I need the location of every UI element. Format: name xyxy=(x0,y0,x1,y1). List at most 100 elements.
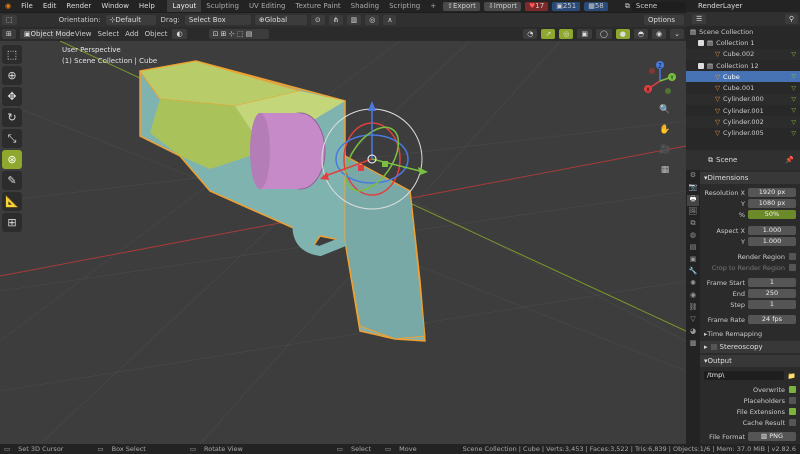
menu-select[interactable]: Select xyxy=(98,30,120,38)
mesh-data-icon[interactable]: ▽ xyxy=(791,107,796,114)
time-remapping-subpanel[interactable]: ▸ Time Remapping xyxy=(700,328,800,339)
scale-tool-icon[interactable]: ⤡ xyxy=(2,129,22,148)
stereoscopy-section[interactable]: ▸ Stereoscopy xyxy=(700,341,800,353)
outliner-row[interactable]: ▽ Cylinder.001 ▽ xyxy=(686,105,800,116)
material-tab-icon[interactable]: ◕ xyxy=(687,327,699,338)
outliner-row[interactable]: ▽ Cylinder.000 ▽ xyxy=(686,93,800,106)
shading-solid-icon[interactable]: ● xyxy=(615,29,630,39)
snap-icon[interactable]: ⋔ xyxy=(328,15,343,25)
placeholders-checkbox[interactable] xyxy=(789,397,796,404)
menu-render[interactable]: Render xyxy=(61,2,96,10)
pin-icon[interactable]: 📌 xyxy=(785,156,794,164)
view-layer-tab-icon[interactable]: 🖼 xyxy=(687,207,699,218)
tab-texture-paint[interactable]: Texture Paint xyxy=(290,0,345,12)
frame-rate-dropdown[interactable]: 24 fps xyxy=(748,315,796,324)
overlay-toggle-icon[interactable]: ◎ xyxy=(559,29,574,39)
navigation-gizmo[interactable]: Z X Y xyxy=(640,61,680,101)
frame-start-field[interactable]: 1 xyxy=(748,278,796,287)
menu-add[interactable]: Add xyxy=(125,30,139,38)
output-path-field[interactable]: /tmp\ xyxy=(704,371,784,380)
annotate-tool-icon[interactable]: ✎ xyxy=(2,171,22,190)
orientation-dropdown[interactable]: ⊹ Default xyxy=(105,15,156,25)
view-object-types-icon[interactable]: ◔ xyxy=(523,29,538,39)
world-tab-icon[interactable]: ◍ xyxy=(687,231,699,242)
transform-affect-icons[interactable]: ⊡ ⊞ ⊹ ⬚ ▤ xyxy=(208,29,269,39)
menu-edit[interactable]: Edit xyxy=(38,2,62,10)
add-workspace-icon[interactable]: + xyxy=(425,0,441,12)
tool-icon[interactable]: ⬚ xyxy=(2,15,17,25)
drag-dropdown[interactable]: Select Box xyxy=(184,15,251,25)
object-tab-icon[interactable]: ▣ xyxy=(687,255,699,266)
tab-uv-editing[interactable]: UV Editing xyxy=(244,0,291,12)
menu-view[interactable]: View xyxy=(75,30,92,38)
outliner-row[interactable]: ▽ Cube ▽ xyxy=(686,71,800,83)
mesh-data-icon[interactable]: ▽ xyxy=(791,85,796,92)
grid-view-icon[interactable]: ▦ xyxy=(658,165,672,179)
dimensions-section[interactable]: ▾ Dimensions xyxy=(700,172,800,184)
file-format-dropdown[interactable]: ▨ PNG xyxy=(748,432,796,441)
collection-checkbox[interactable] xyxy=(698,39,704,46)
frame-end-field[interactable]: 250 xyxy=(748,289,796,298)
collection-checkbox[interactable] xyxy=(698,62,704,69)
transform-tool-icon[interactable]: ⊛ xyxy=(2,150,22,169)
proportional-edit-icon[interactable]: ◎ xyxy=(365,15,380,25)
physics-tab-icon[interactable]: ◉ xyxy=(687,291,699,302)
import-button[interactable]: ⇩ Import xyxy=(483,1,521,11)
add-cube-tool-icon[interactable]: ⊞ xyxy=(2,213,22,232)
zoom-icon[interactable]: 🔍 xyxy=(658,105,672,119)
outliner-scene-collection[interactable]: ▤ Scene Collection xyxy=(686,26,800,37)
select-box-tool-icon[interactable]: ⬚ xyxy=(2,45,22,64)
resolution-percent-slider[interactable]: 50% xyxy=(748,210,796,219)
menu-object[interactable]: Object xyxy=(145,30,168,38)
output-section[interactable]: ▾ Output xyxy=(700,355,800,367)
particles-tab-icon[interactable]: ✺ xyxy=(687,279,699,290)
menu-window[interactable]: Window xyxy=(96,2,134,10)
outliner-row[interactable]: ▽ Cube.002 ▽ xyxy=(686,48,800,60)
transform-orientation-dropdown[interactable]: ⊕ Global xyxy=(254,15,307,25)
shading-options-icon[interactable]: ⌄ xyxy=(670,29,684,39)
stereoscopy-checkbox[interactable] xyxy=(710,344,717,350)
outliner-row[interactable]: ▽ Cylinder.002 ▽ xyxy=(686,116,800,128)
xray-icon[interactable]: ▣ xyxy=(577,29,592,39)
mesh-data-icon[interactable]: ▽ xyxy=(791,51,796,58)
tab-layout[interactable]: Layout xyxy=(167,0,202,12)
file-extensions-checkbox[interactable] xyxy=(789,408,796,415)
render-tab-icon[interactable]: 📷 xyxy=(687,183,699,194)
options-dropdown[interactable]: Options xyxy=(644,15,684,25)
scene-tab-icon[interactable]: ⧉ xyxy=(687,219,699,230)
tab-scripting[interactable]: Scripting xyxy=(384,0,425,12)
render-region-checkbox[interactable] xyxy=(789,253,796,260)
mesh-data-icon[interactable]: ▽ xyxy=(791,96,796,103)
shading-wireframe-icon[interactable]: ◯ xyxy=(595,29,612,39)
menu-help[interactable]: Help xyxy=(134,2,160,10)
tab-shading[interactable]: Shading xyxy=(346,0,384,12)
resolution-y-field[interactable]: 1080 px xyxy=(748,199,796,208)
crop-region-checkbox[interactable] xyxy=(789,264,796,271)
outliner-filter-icon[interactable]: ⚲ xyxy=(784,14,798,24)
camera-icon[interactable]: 🎥 xyxy=(658,145,672,159)
outliner-row[interactable]: ▽ Cylinder.005 ▽ xyxy=(686,128,800,139)
move-tool-icon[interactable]: ✥ xyxy=(2,87,22,106)
frame-step-field[interactable]: 1 xyxy=(748,300,796,309)
mesh-data-icon[interactable]: ▽ xyxy=(791,130,796,137)
collection-tab-icon[interactable]: ▤ xyxy=(687,243,699,254)
gizmo-toggle-icon[interactable]: ↗ xyxy=(541,29,556,39)
tool-tab-icon[interactable]: ⚙ xyxy=(687,171,699,182)
pan-hand-icon[interactable]: ✋ xyxy=(658,125,672,139)
cache-result-checkbox[interactable] xyxy=(789,419,796,426)
output-tab-icon[interactable]: 🖶 xyxy=(687,195,699,206)
data-tab-icon[interactable]: ▽ xyxy=(687,315,699,326)
falloff-icon[interactable]: ∧ xyxy=(383,15,397,25)
shading-material-icon[interactable]: ◓ xyxy=(633,29,649,39)
outliner-row[interactable]: ▤ Collection 12 xyxy=(686,60,800,71)
resolution-x-field[interactable]: 1920 px xyxy=(748,188,796,197)
mesh-data-icon[interactable]: ▽ xyxy=(791,119,796,126)
rotate-tool-icon[interactable]: ↻ xyxy=(2,108,22,127)
menu-file[interactable]: File xyxy=(16,2,38,10)
3d-viewport[interactable]: ⬚ ⊕ ✥ ↻ ⤡ ⊛ ✎ 📐 ⊞ User Perspective (1) S… xyxy=(0,41,686,444)
outliner-row[interactable]: ▽ Cube.001 ▽ xyxy=(686,82,800,93)
texture-tab-icon[interactable]: ▩ xyxy=(687,339,699,350)
pivot-icon[interactable]: ⊙ xyxy=(310,15,325,25)
aspect-x-field[interactable]: 1.000 xyxy=(748,226,796,235)
overwrite-checkbox[interactable] xyxy=(789,386,796,393)
